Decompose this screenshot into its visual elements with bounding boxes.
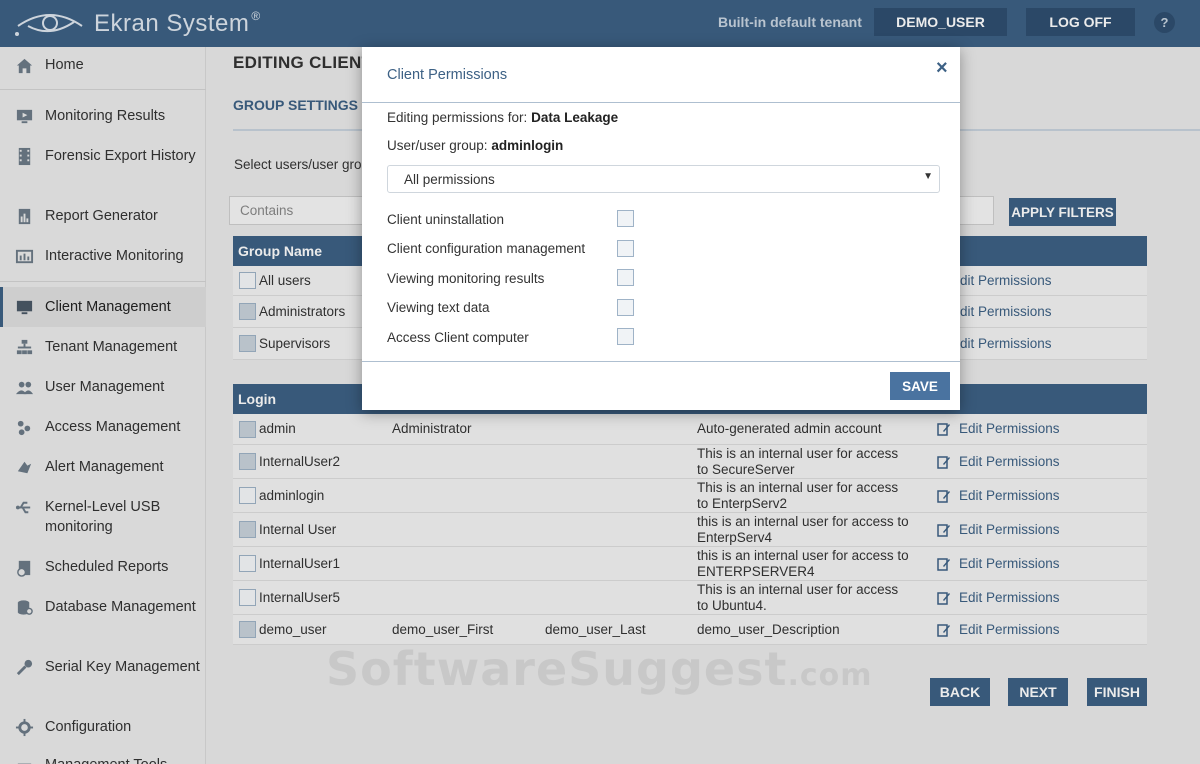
save-button[interactable]: SAVE: [890, 372, 950, 400]
permission-label: Client configuration management: [387, 241, 586, 256]
dialog-title: Client Permissions: [387, 67, 508, 83]
permission-checkbox[interactable]: [617, 240, 634, 257]
permissions-select[interactable]: All permissions ▼: [387, 165, 940, 193]
dialog-footer-divider: [362, 361, 960, 362]
permission-label: Client uninstallation: [387, 212, 505, 227]
permission-viewing-monitoring-results: Viewing monitoring results: [387, 271, 647, 286]
permissions-select-value: All permissions: [404, 172, 495, 187]
user-group-value: adminlogin: [491, 138, 564, 153]
permission-checkbox[interactable]: [617, 328, 634, 345]
editing-value: Data Leakage: [531, 110, 619, 125]
permission-label: Access Client computer: [387, 330, 529, 345]
permission-label: Viewing text data: [387, 300, 490, 315]
user-group-label: User/user group:: [387, 138, 488, 153]
permission-viewing-text-data: Viewing text data: [387, 300, 647, 315]
permission-client-configuration: Client configuration management: [387, 241, 647, 256]
permission-checkbox[interactable]: [617, 210, 634, 227]
permission-checkbox[interactable]: [617, 299, 634, 316]
permission-client-uninstallation: Client uninstallation: [387, 212, 647, 227]
close-icon[interactable]: ×: [936, 57, 948, 80]
permission-checkbox[interactable]: [617, 269, 634, 286]
permission-access-client-computer: Access Client computer: [387, 330, 647, 345]
dialog-divider: [362, 102, 960, 103]
user-group-line: User/user group: adminlogin: [387, 138, 563, 153]
editing-permissions-for: Editing permissions for: Data Leakage: [387, 110, 618, 125]
client-permissions-dialog: Client Permissions × Editing permissions…: [362, 47, 960, 410]
permission-label: Viewing monitoring results: [387, 271, 545, 286]
editing-label: Editing permissions for:: [387, 110, 528, 125]
chevron-down-icon: ▼: [923, 171, 933, 182]
